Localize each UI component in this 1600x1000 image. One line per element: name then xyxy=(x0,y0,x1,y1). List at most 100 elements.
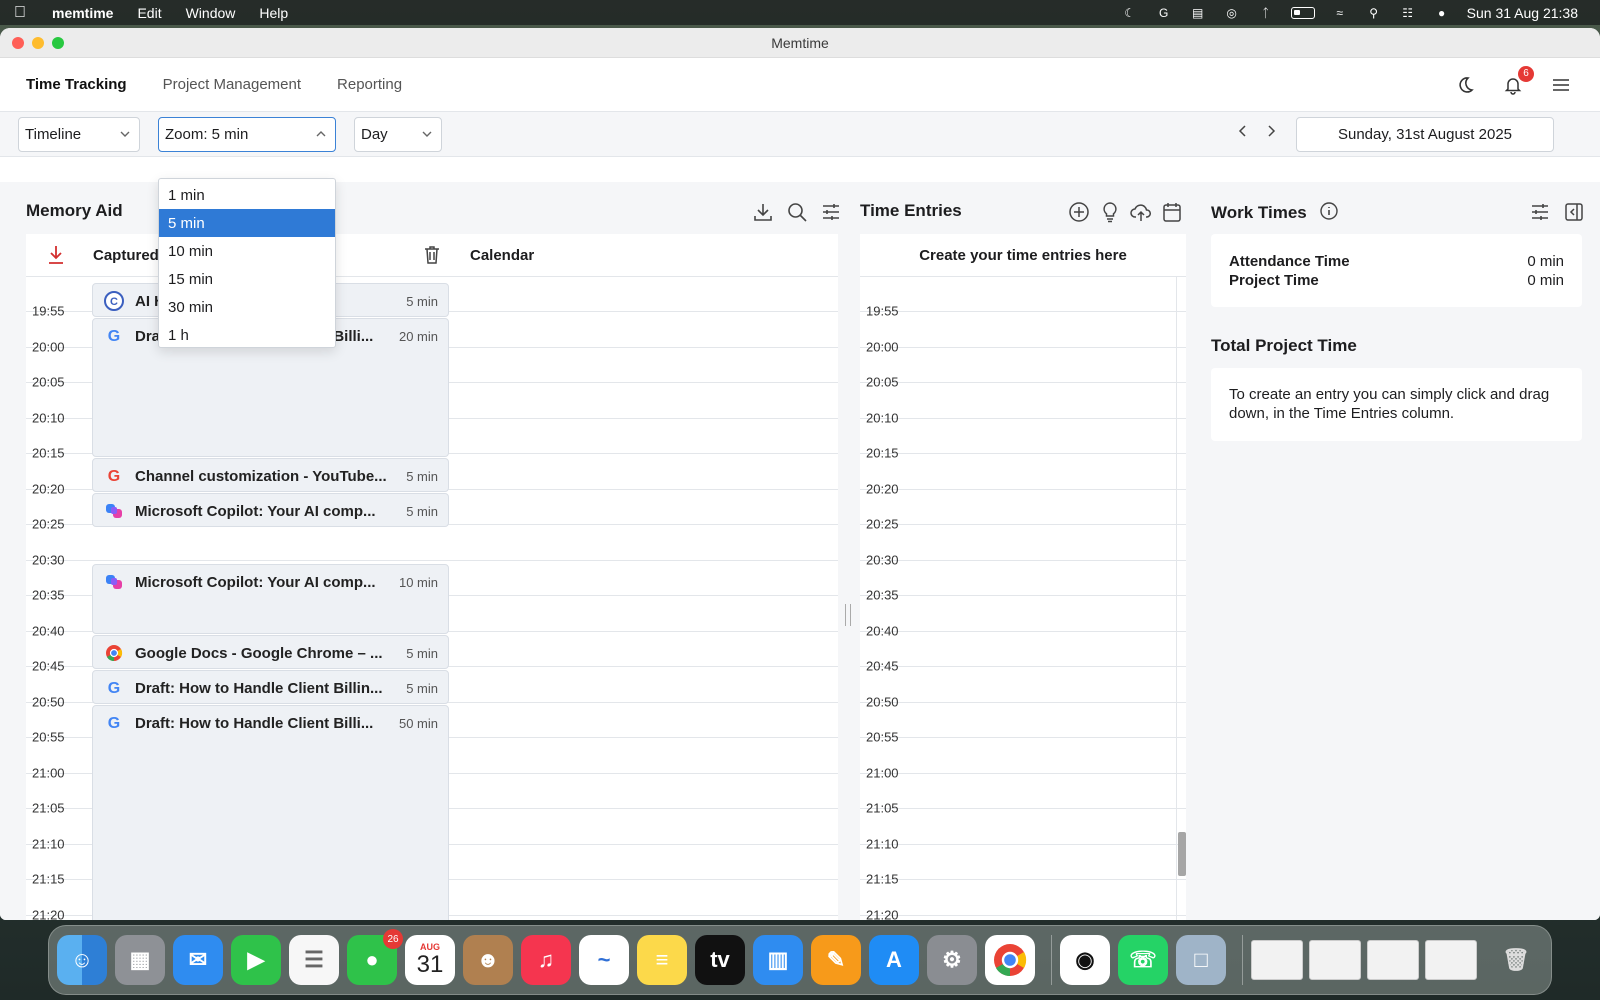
pages-icon[interactable]: ✎ xyxy=(811,935,861,985)
memory-aid-title: Memory Aid xyxy=(26,201,123,220)
minimized-window-thumbnail[interactable] xyxy=(1309,940,1361,980)
siri-icon[interactable]: ● xyxy=(1433,6,1451,20)
facetime-icon[interactable]: ▶ xyxy=(231,935,281,985)
whatsapp-icon[interactable]: ☏ xyxy=(1118,935,1168,985)
zoom-option-5-min[interactable]: 5 min xyxy=(159,209,335,237)
tab-time-tracking[interactable]: Time Tracking xyxy=(26,76,127,93)
work-times-card: Attendance Time 0 min Project Time 0 min xyxy=(1211,234,1582,307)
captured-event[interactable]: G Draft: How to Handle Client Billin... … xyxy=(92,670,449,704)
calendar-icon[interactable] xyxy=(1161,201,1183,223)
zoom-option-15-min[interactable]: 15 min xyxy=(159,265,335,293)
time-label: 20:20 xyxy=(32,481,65,496)
grammarly-icon[interactable]: G xyxy=(1155,6,1173,20)
menu-help[interactable]: Help xyxy=(247,5,300,21)
minimized-window-thumbnail[interactable] xyxy=(1251,940,1303,980)
messages-badge: 26 xyxy=(383,929,403,949)
title-bar: Memtime xyxy=(0,28,1600,58)
tab-reporting[interactable]: Reporting xyxy=(337,76,402,93)
minimized-window-thumbnail[interactable] xyxy=(1425,940,1477,980)
battery-icon[interactable] xyxy=(1290,6,1315,19)
reminders-icon[interactable]: ☰ xyxy=(289,935,339,985)
notes-icon[interactable]: ≡ xyxy=(637,935,687,985)
moon-status-icon[interactable]: ☾ xyxy=(1121,6,1139,20)
notifications-bell-icon[interactable]: 6 xyxy=(1502,65,1534,96)
zoom-option-1-min[interactable]: 1 min xyxy=(159,181,335,209)
panel-resize-handle[interactable] xyxy=(845,604,851,626)
info-icon[interactable] xyxy=(1319,201,1339,221)
zoom-option-1-h[interactable]: 1 h xyxy=(159,321,335,349)
zoom-option-30-min[interactable]: 30 min xyxy=(159,293,335,321)
freeform-icon[interactable]: ~ xyxy=(579,935,629,985)
search-icon[interactable] xyxy=(786,201,808,223)
grid-line xyxy=(860,311,1186,312)
control-center-icon[interactable]: ☷ xyxy=(1399,6,1417,20)
app-store-icon[interactable]: A xyxy=(869,935,919,985)
captured-event[interactable]: Microsoft Copilot: Your AI comp... 10 mi… xyxy=(92,564,449,634)
chevron-down-icon xyxy=(422,131,432,137)
previous-day-icon[interactable] xyxy=(1236,124,1250,138)
hamburger-menu-icon[interactable] xyxy=(1550,74,1572,96)
maximize-window-button[interactable] xyxy=(52,36,64,49)
scrollbar-thumb[interactable] xyxy=(1178,832,1186,876)
lightbulb-icon[interactable] xyxy=(1099,201,1121,223)
add-entry-icon[interactable] xyxy=(1068,201,1090,223)
trash-icon[interactable] xyxy=(422,244,442,266)
range-select[interactable]: Day xyxy=(354,116,442,152)
minimized-window-thumbnail[interactable] xyxy=(1367,940,1419,980)
mail-icon[interactable]: ✉ xyxy=(173,935,223,985)
cloud-upload-icon[interactable] xyxy=(1130,201,1152,223)
memtime-app-icon[interactable]: ◉ xyxy=(1060,935,1110,985)
finder-icon[interactable]: ☺ xyxy=(57,935,107,985)
date-picker[interactable]: Sunday, 31st August 2025 xyxy=(1296,117,1554,152)
import-download-icon[interactable] xyxy=(46,244,66,266)
messages-icon[interactable]: ● 26 xyxy=(347,929,403,985)
captured-event[interactable]: G Channel customization - YouTube... 5 m… xyxy=(92,458,449,492)
airdrop-icon[interactable]: ◎ xyxy=(1223,6,1241,20)
bluetooth-icon[interactable]: ᛏ xyxy=(1257,6,1275,20)
minimize-window-button[interactable] xyxy=(32,36,44,49)
settings-sliders-icon[interactable] xyxy=(1529,201,1551,223)
grid-line xyxy=(860,808,1186,809)
time-label: 20:55 xyxy=(32,729,65,745)
work-times-title-text: Work Times xyxy=(1211,203,1307,222)
captured-event[interactable]: Google Docs - Google Chrome – ... 5 min xyxy=(92,635,449,669)
contacts-icon[interactable]: ☻ xyxy=(463,935,513,985)
launchpad-icon[interactable]: ▦ xyxy=(115,935,165,985)
menu-window[interactable]: Window xyxy=(174,5,248,21)
chrome-icon[interactable] xyxy=(985,935,1035,985)
spotlight-icon[interactable]: ⚲ xyxy=(1365,6,1383,20)
filter-sliders-icon[interactable] xyxy=(820,201,842,223)
music-icon[interactable]: ♫ xyxy=(521,935,571,985)
toolbox-icon[interactable]: ▤ xyxy=(1189,6,1207,20)
view-select[interactable]: Timeline xyxy=(18,116,140,152)
captured-event[interactable]: Microsoft Copilot: Your AI comp... 5 min xyxy=(92,493,449,527)
zoom-option-10-min[interactable]: 10 min xyxy=(159,237,335,265)
collapse-panel-icon[interactable] xyxy=(1563,201,1585,223)
download-icon[interactable] xyxy=(752,201,774,223)
time-entries-panel: Create your time entries here 19:55 20:00… xyxy=(860,234,1186,920)
next-day-icon[interactable] xyxy=(1264,124,1278,138)
dock-separator xyxy=(1242,935,1243,985)
time-entries-grid[interactable]: 19:55 20:00 20:05 20:10 20:15 20:20 20:25 20:30… xyxy=(860,277,1186,920)
event-title: Draft: How to Handle Client Billi... xyxy=(135,714,374,732)
captured-event[interactable]: G Draft: How to Handle Client Billi... 5… xyxy=(92,705,449,920)
svg-text:G: G xyxy=(108,680,120,697)
zoom-select[interactable]: Zoom: 5 min xyxy=(158,116,336,152)
keynote-icon[interactable]: ▥ xyxy=(753,935,803,985)
apple-icon[interactable]:  xyxy=(0,4,40,22)
wifi-icon[interactable]: ≈ xyxy=(1331,6,1349,20)
menu-edit[interactable]: Edit xyxy=(125,5,173,21)
system-settings-icon[interactable]: ⚙ xyxy=(927,935,977,985)
tab-project-management[interactable]: Project Management xyxy=(163,76,301,93)
close-window-button[interactable] xyxy=(12,36,24,49)
menu-app-name[interactable]: memtime xyxy=(40,5,125,21)
calendar-app-icon[interactable]: AUG 31 xyxy=(405,935,455,985)
menubar-clock[interactable]: Sun 31 Aug 21:38 xyxy=(1467,5,1578,21)
dark-mode-icon[interactable] xyxy=(1454,74,1476,96)
memory-aid-header: Captured Calendar xyxy=(26,234,838,277)
apple-tv-icon[interactable]: tv xyxy=(695,935,745,985)
preview-icon[interactable]: □ xyxy=(1176,935,1226,985)
svg-text:G: G xyxy=(108,468,120,485)
total-project-time-title: Total Project Time xyxy=(1211,336,1357,355)
trash-bin-icon[interactable]: 🗑 xyxy=(1491,935,1541,985)
